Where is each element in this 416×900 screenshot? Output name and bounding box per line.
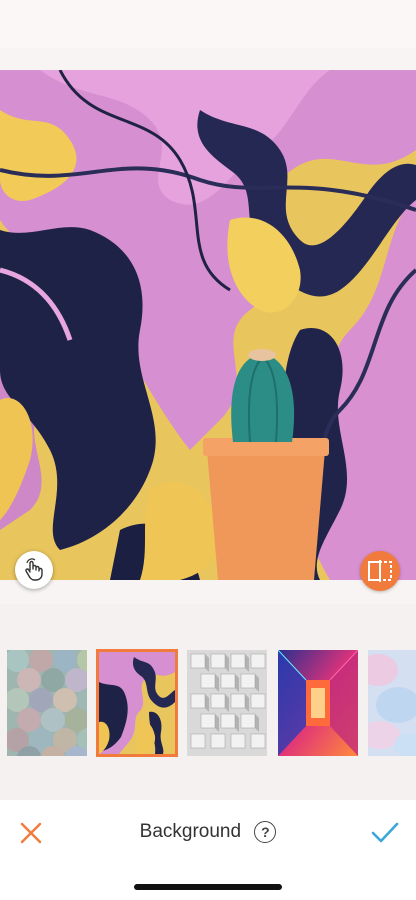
hand-gesture-button[interactable] — [15, 551, 53, 589]
marble-background — [0, 70, 416, 580]
home-indicator — [134, 884, 282, 890]
background-thumbnails — [0, 604, 416, 800]
compare-button[interactable] — [360, 551, 400, 591]
toolbar-title: Background — [139, 821, 242, 842]
checkmark-icon[interactable] — [370, 820, 400, 846]
thumb-pastel-scales[interactable] — [7, 650, 87, 756]
thumb-pink-marble[interactable] — [96, 649, 178, 757]
thumb-white-cubes[interactable] — [187, 650, 267, 756]
thumb-watercolor[interactable] — [368, 650, 416, 756]
photo-canvas[interactable] — [0, 70, 416, 580]
thumb-neon-corridor[interactable] — [278, 650, 358, 756]
help-icon[interactable]: ? — [254, 821, 277, 843]
toolbar-title-group: Background ? — [0, 821, 416, 843]
compare-icon — [368, 560, 392, 582]
status-bar — [0, 0, 416, 48]
hand-gesture-icon — [25, 558, 43, 581]
pot-body — [207, 450, 325, 580]
